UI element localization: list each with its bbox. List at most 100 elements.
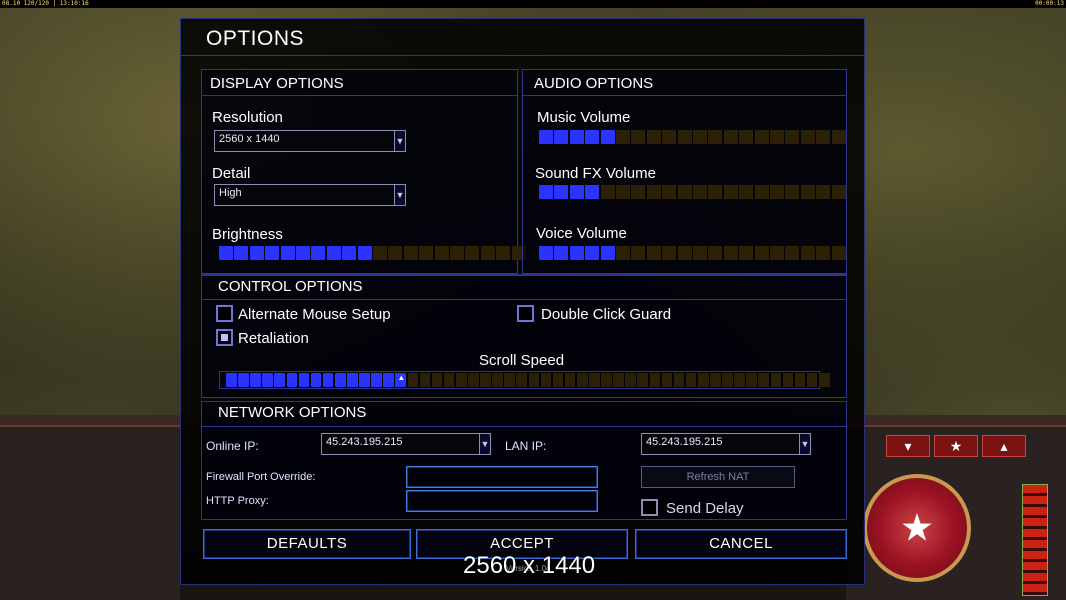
slider-segment[interactable] xyxy=(785,246,800,260)
slider-segment[interactable] xyxy=(723,246,738,260)
slider-segment[interactable] xyxy=(296,246,310,260)
slider-segment[interactable] xyxy=(373,246,387,260)
slider-segment[interactable] xyxy=(816,130,831,144)
slider-segment[interactable] xyxy=(310,373,322,387)
slider-segment[interactable] xyxy=(625,373,636,387)
slider-segment[interactable] xyxy=(600,185,615,199)
slider-segment[interactable] xyxy=(539,246,553,260)
slider-segment[interactable] xyxy=(785,130,800,144)
firewall-port-input[interactable] xyxy=(406,466,598,488)
slider-segment[interactable] xyxy=(613,373,624,387)
slider-segment[interactable] xyxy=(219,246,233,260)
slider-segment[interactable] xyxy=(693,185,707,199)
slider-segment[interactable] xyxy=(383,373,394,387)
slider-segment[interactable] xyxy=(554,185,569,199)
slider-segment[interactable] xyxy=(238,373,249,387)
slider-segment[interactable] xyxy=(631,130,646,144)
slider-segment[interactable] xyxy=(816,185,831,199)
slider-segment[interactable] xyxy=(311,246,326,260)
slider-segment[interactable] xyxy=(357,246,372,260)
slider-segment[interactable] xyxy=(600,130,615,144)
sound-fx-volume-slider[interactable] xyxy=(539,185,846,199)
slider-segment[interactable] xyxy=(616,246,630,260)
slider-segment[interactable] xyxy=(347,373,358,387)
slider-segment[interactable] xyxy=(770,185,784,199)
slider-segment[interactable] xyxy=(443,373,455,387)
slider-segment[interactable] xyxy=(480,373,491,387)
slider-segment[interactable] xyxy=(818,373,830,387)
retaliation-checkbox[interactable] xyxy=(216,329,233,346)
slider-segment[interactable] xyxy=(600,246,615,260)
slider-segment[interactable] xyxy=(298,373,310,387)
slider-segment[interactable] xyxy=(407,373,419,387)
slider-segment[interactable] xyxy=(585,246,600,260)
slider-segment[interactable] xyxy=(403,246,418,260)
slider-segment[interactable] xyxy=(770,246,784,260)
slider-segment[interactable] xyxy=(723,185,738,199)
slider-segment[interactable] xyxy=(734,373,745,387)
slider-segment[interactable] xyxy=(693,130,707,144)
slider-segment[interactable] xyxy=(662,246,677,260)
slider-segment[interactable] xyxy=(770,373,782,387)
slider-segment[interactable] xyxy=(465,246,480,260)
slider-segment[interactable] xyxy=(800,185,815,199)
slider-segment[interactable] xyxy=(480,246,495,260)
chevron-down-icon[interactable]: ▼ xyxy=(799,434,810,454)
slider-segment[interactable] xyxy=(334,373,346,387)
chevron-down-icon[interactable]: ▼ xyxy=(394,131,405,151)
slider-segment[interactable] xyxy=(552,373,564,387)
slider-segment[interactable] xyxy=(492,373,503,387)
slider-segment[interactable] xyxy=(770,130,784,144)
slider-segment[interactable] xyxy=(739,246,754,260)
slider-segment[interactable] xyxy=(274,373,286,387)
slider-segment[interactable] xyxy=(685,373,697,387)
slider-segment[interactable] xyxy=(758,373,770,387)
slider-segment[interactable] xyxy=(265,246,280,260)
slider-segment[interactable] xyxy=(708,246,723,260)
slider-segment[interactable] xyxy=(661,373,673,387)
slider-segment[interactable] xyxy=(677,246,692,260)
slider-segment[interactable] xyxy=(646,185,661,199)
slider-segment[interactable] xyxy=(649,373,661,387)
voice-volume-slider[interactable] xyxy=(539,246,846,260)
slider-segment[interactable] xyxy=(677,130,692,144)
slider-segment[interactable] xyxy=(806,373,818,387)
slider-thumb-icon[interactable]: ▲ xyxy=(397,373,405,382)
slider-segment[interactable] xyxy=(708,130,723,144)
slider-segment[interactable] xyxy=(646,246,661,260)
slider-segment[interactable] xyxy=(450,246,464,260)
slider-segment[interactable] xyxy=(564,373,576,387)
slider-segment[interactable] xyxy=(569,130,584,144)
slider-segment[interactable] xyxy=(539,130,553,144)
slider-segment[interactable] xyxy=(739,185,754,199)
scroll-speed-slider[interactable]: ▲ xyxy=(226,373,830,387)
slider-segment[interactable] xyxy=(754,246,769,260)
slider-segment[interactable] xyxy=(794,373,806,387)
chevron-down-icon[interactable]: ▼ xyxy=(394,185,405,205)
slider-segment[interactable] xyxy=(322,373,334,387)
slider-segment[interactable] xyxy=(540,373,552,387)
slider-segment[interactable] xyxy=(554,246,569,260)
slider-segment[interactable] xyxy=(710,373,721,387)
slider-segment[interactable] xyxy=(746,373,757,387)
slider-segment[interactable] xyxy=(631,185,646,199)
defaults-button[interactable]: DEFAULTS xyxy=(203,529,411,559)
slider-segment[interactable] xyxy=(419,373,431,387)
slider-segment[interactable] xyxy=(342,246,357,260)
slider-segment[interactable] xyxy=(677,185,692,199)
slider-segment[interactable] xyxy=(539,185,553,199)
slider-segment[interactable] xyxy=(631,246,646,260)
slider-segment[interactable] xyxy=(431,373,443,387)
slider-segment[interactable] xyxy=(585,185,600,199)
slider-segment[interactable] xyxy=(662,185,677,199)
slider-segment[interactable] xyxy=(673,373,685,387)
slider-segment[interactable] xyxy=(286,373,298,387)
lan-ip-dropdown[interactable]: 45.243.195.215 ▼ xyxy=(641,433,811,455)
slider-segment[interactable] xyxy=(455,373,467,387)
alternate-mouse-checkbox[interactable] xyxy=(216,305,233,322)
slider-segment[interactable] xyxy=(226,373,237,387)
slider-segment[interactable] xyxy=(708,185,723,199)
slider-segment[interactable] xyxy=(388,246,403,260)
resolution-dropdown[interactable]: 2560 x 1440 ▼ xyxy=(214,130,406,152)
slider-segment[interactable] xyxy=(326,246,341,260)
